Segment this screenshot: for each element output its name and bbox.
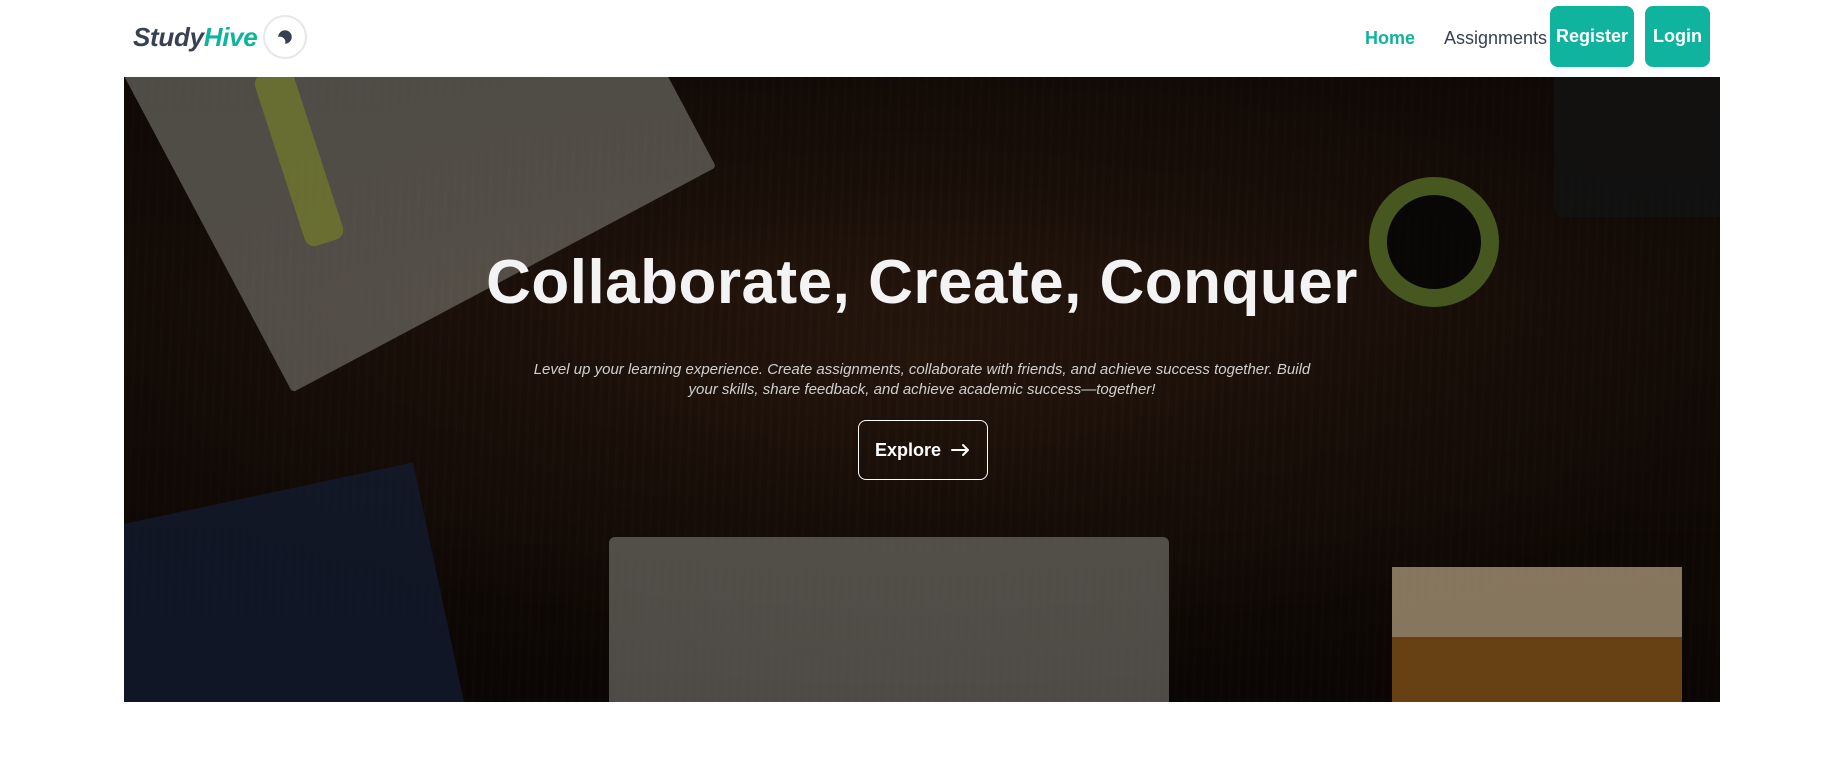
hero-title: Collaborate, Create, Conquer	[486, 248, 1358, 317]
brand-logo[interactable]: StudyHive	[133, 22, 258, 53]
moon-icon	[278, 30, 292, 44]
nav-link-home[interactable]: Home	[1365, 28, 1415, 49]
nav-link-assignments[interactable]: Assignments	[1444, 28, 1547, 49]
brand-name-part2: Hive	[203, 22, 258, 52]
arrow-right-icon	[951, 444, 970, 456]
brand-name-part1: Study	[133, 22, 204, 52]
explore-button-label: Explore	[874, 439, 942, 460]
login-button[interactable]: Login	[1645, 6, 1710, 67]
register-button[interactable]: Register	[1550, 6, 1634, 67]
explore-button[interactable]: Explore	[858, 420, 988, 480]
theme-toggle-button[interactable]	[263, 15, 307, 59]
navbar: StudyHive Home Assignments Register Logi…	[0, 0, 1841, 77]
hero-banner: Collaborate, Create, Conquer Level up yo…	[124, 77, 1720, 702]
hero-subtitle: Level up your learning experience. Creat…	[533, 361, 1311, 398]
